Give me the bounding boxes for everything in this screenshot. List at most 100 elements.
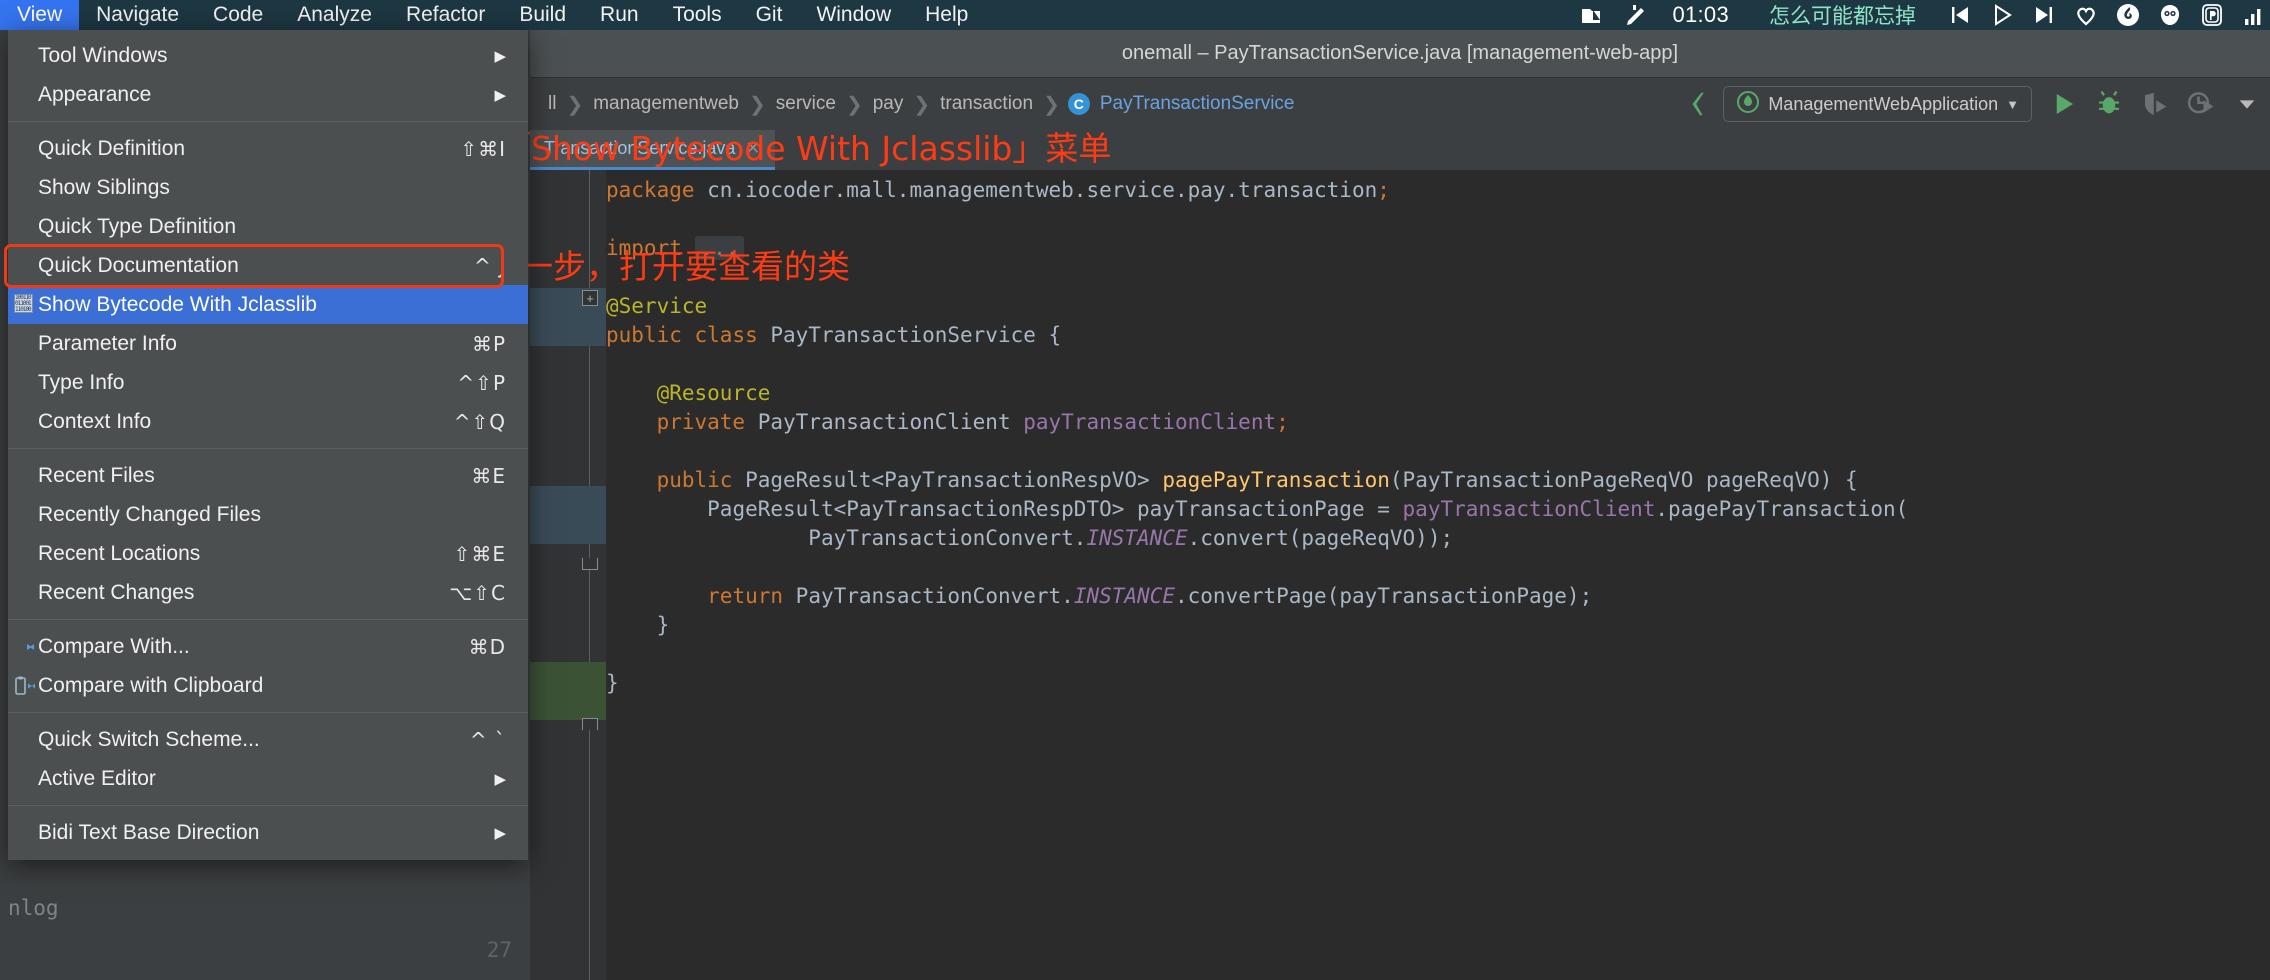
breadcrumb-label: pay	[863, 93, 914, 115]
p-app-icon[interactable]	[2200, 3, 2224, 27]
chevron-down-icon[interactable]: ▼	[2006, 97, 2019, 112]
breadcrumb-item[interactable]: transaction❯	[930, 92, 1060, 117]
debug-icon[interactable]	[2086, 84, 2132, 124]
menu-item-label: Compare with Clipboard	[38, 674, 506, 698]
breadcrumb-separator-icon: ❯	[566, 92, 583, 117]
breadcrumb-item[interactable]: managementweb❯	[583, 92, 766, 117]
menu-item-label: Quick Documentation	[38, 254, 474, 278]
menu-item-show-bytecode-with-jclasslib[interactable]: 100110011001110100010011101001Show Bytec…	[8, 285, 528, 324]
window-title: onemall – PayTransactionService.java [ma…	[1122, 42, 1678, 65]
menu-item-label: Show Bytecode With Jclasslib	[38, 293, 506, 317]
breadcrumb-separator-icon: ❯	[846, 92, 863, 117]
menubar-item-run[interactable]: Run	[583, 0, 656, 30]
menu-item-show-siblings[interactable]: Show Siblings	[8, 168, 528, 207]
build-hammer-icon[interactable]	[1677, 84, 1723, 124]
menu-item-label: Active Editor	[38, 767, 494, 791]
run-configuration-label: ManagementWebApplication	[1768, 94, 1998, 115]
code-token: @Service	[606, 294, 707, 318]
navigation-bar: ll❯managementweb❯service❯pay❯transaction…	[530, 78, 2270, 130]
menu-item-compare-with-clipboard[interactable]: Compare with Clipboard	[8, 666, 528, 705]
breadcrumb-item[interactable]: service❯	[766, 92, 863, 117]
next-track-icon[interactable]	[2032, 3, 2056, 27]
menu-item-recent-locations[interactable]: Recent Locations⇧⌘E	[8, 534, 528, 573]
menu-item-label: Appearance	[38, 83, 494, 107]
menu-item-type-info[interactable]: Type Info^⇧P	[8, 363, 528, 402]
profile-icon[interactable]	[2178, 84, 2224, 124]
menu-item-recent-files[interactable]: Recent Files⌘E	[8, 456, 528, 495]
source-code[interactable]: package cn.iocoder.mall.managementweb.se…	[606, 170, 2270, 980]
menu-item-appearance[interactable]: Appearance▶	[8, 75, 528, 114]
code-line	[606, 263, 2270, 292]
spring-boot-icon	[1736, 90, 1760, 119]
code-line: PayTransactionConvert.INSTANCE.convert(p…	[606, 524, 2270, 553]
submenu-arrow-icon: ▶	[494, 824, 506, 842]
breadcrumb-item[interactable]: pay❯	[863, 92, 930, 117]
menu-item-shortcut: ^⇧P	[457, 371, 506, 395]
folder-icon[interactable]	[1580, 3, 1604, 27]
menu-separator	[8, 805, 528, 806]
menubar-item-navigate[interactable]: Navigate	[79, 0, 196, 30]
menu-item-tool-windows[interactable]: Tool Windows▶	[8, 36, 528, 75]
menu-item-recently-changed-files[interactable]: Recently Changed Files	[8, 495, 528, 534]
editor-gutter[interactable]: +	[530, 170, 606, 980]
menubar-item-refactor[interactable]: Refactor	[389, 0, 502, 30]
code-line: package cn.iocoder.mall.managementweb.se…	[606, 176, 2270, 205]
menu-item-shortcut: ⌘P	[472, 332, 506, 356]
run-configuration-selector[interactable]: ManagementWebApplication ▼	[1723, 86, 2032, 122]
menu-item-active-editor[interactable]: Active Editor▶	[8, 759, 528, 798]
menu-item-shortcut: ⌘D	[469, 635, 506, 659]
menu-separator	[8, 712, 528, 713]
code-token: private	[657, 410, 758, 434]
code-token: return	[707, 584, 796, 608]
menubar-clock: 01:03	[1664, 2, 1737, 28]
code-token: {	[1049, 323, 1062, 347]
menu-item-recent-changes[interactable]: Recent Changes⌥⇧C	[8, 573, 528, 612]
code-line	[606, 350, 2270, 379]
run-icon[interactable]	[2040, 84, 2086, 124]
fold-region-end-icon[interactable]	[582, 718, 598, 730]
code-line: public PageResult<PayTransactionRespVO> …	[606, 466, 2270, 495]
menubar-item-build[interactable]: Build	[502, 0, 583, 30]
line-number: 27	[430, 930, 526, 970]
menubar-item-help[interactable]: Help	[908, 0, 985, 30]
more-chevron-icon[interactable]	[2224, 84, 2270, 124]
menubar-item-window[interactable]: Window	[799, 0, 908, 30]
signal-bars-icon[interactable]	[2242, 3, 2266, 27]
menubar-item-code[interactable]: Code	[196, 0, 280, 30]
menu-item-quick-type-definition[interactable]: Quick Type Definition	[8, 207, 528, 246]
close-icon[interactable]: ✕	[745, 138, 760, 159]
menubar-item-view[interactable]: View	[0, 0, 79, 30]
menu-item-quick-documentation[interactable]: Quick Documentation^ J	[8, 246, 528, 285]
editor-marker-bar[interactable]	[2252, 170, 2270, 980]
code-token: PayTransactionConvert.	[796, 584, 1074, 608]
play-icon[interactable]	[1990, 3, 2014, 27]
menu-item-compare-with[interactable]: Compare With...⌘D	[8, 627, 528, 666]
code-token: package	[606, 178, 707, 202]
menu-item-context-info[interactable]: Context Info^⇧Q	[8, 402, 528, 441]
submenu-arrow-icon: ▶	[494, 47, 506, 65]
code-token: class	[695, 323, 771, 347]
menu-item-quick-switch-scheme[interactable]: Quick Switch Scheme...^ `	[8, 720, 528, 759]
breadcrumb-item[interactable]: ll❯	[538, 92, 583, 117]
heart-icon[interactable]	[2074, 3, 2098, 27]
code-token: import	[606, 236, 695, 260]
netease-music-icon[interactable]	[2116, 3, 2140, 27]
menubar-item-analyze[interactable]: Analyze	[280, 0, 389, 30]
prev-track-icon[interactable]	[1948, 3, 1972, 27]
breadcrumb-label: transaction	[930, 93, 1043, 115]
editor-tab[interactable]: TransactionService.java ✕	[530, 130, 775, 170]
menu-item-quick-definition[interactable]: Quick Definition⇧⌘I	[8, 129, 528, 168]
run-with-coverage-icon[interactable]	[2132, 84, 2178, 124]
menu-item-parameter-info[interactable]: Parameter Info⌘P	[8, 324, 528, 363]
menu-item-bidi-text-base-direction[interactable]: Bidi Text Base Direction▶	[8, 813, 528, 852]
menubar-item-tools[interactable]: Tools	[656, 0, 739, 30]
breadcrumb-current-class[interactable]: C PayTransactionService	[1060, 93, 1305, 115]
pen-tool-icon[interactable]	[1622, 3, 1646, 27]
expand-import-icon[interactable]: +	[582, 290, 598, 306]
menubar-item-git[interactable]: Git	[739, 0, 800, 30]
project-tree-partial-text: nlog	[8, 896, 59, 920]
menu-item-label: Type Info	[38, 371, 457, 395]
view-dropdown-menu[interactable]: Tool Windows▶Appearance▶Quick Definition…	[8, 30, 528, 860]
owl-icon[interactable]	[2158, 3, 2182, 27]
fold-region-start-icon[interactable]	[582, 558, 598, 570]
